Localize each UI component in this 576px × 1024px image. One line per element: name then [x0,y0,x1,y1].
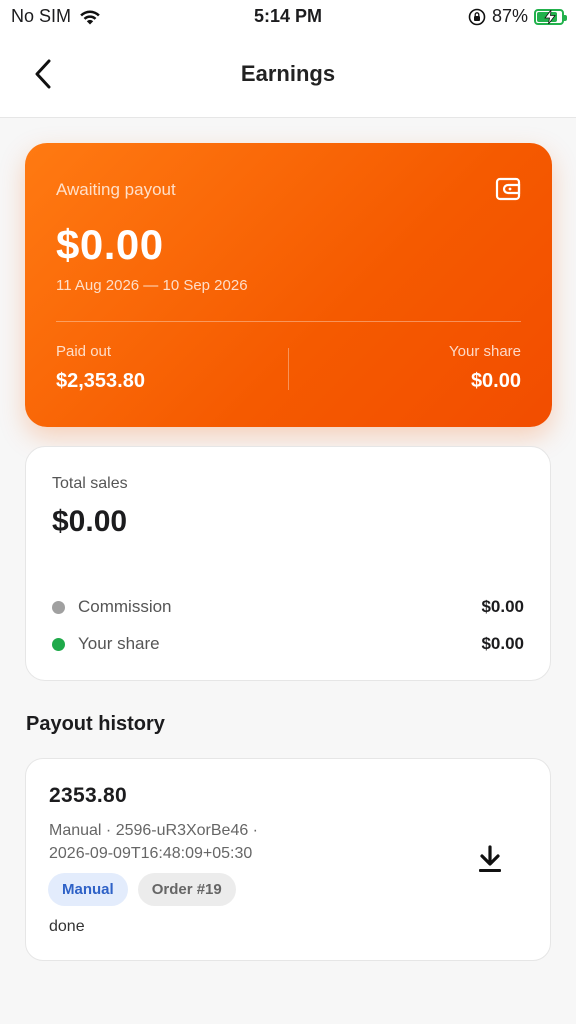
your-share-row-label: Your share [78,634,160,653]
payout-meta-line2: 2026-09-09T16:48:09+05:30 [49,845,253,862]
payout-history-item[interactable]: 2353.80 Manual · 2596-uR3XorBe46 · 2026-… [25,758,551,961]
your-share-row-value: $0.00 [481,634,524,653]
card-divider [56,321,521,322]
total-sales-amount: $0.00 [52,505,128,538]
commission-dot [52,600,65,614]
battery-percent: 87% [491,6,528,26]
paid-out-value: $2,353.80 [56,370,145,392]
orientation-lock-icon [468,8,486,25]
nav-bar: Earnings [0,34,576,118]
status-bar: No SIM 5:14 PM 87% [0,0,576,34]
card-vertical-divider [288,348,289,390]
your-share-value: $0.00 [470,370,521,392]
payout-history-title: Payout history [26,713,165,735]
awaiting-payout-label: Awaiting payout [56,180,176,199]
status-right: 87% [468,6,567,27]
your-share-dot [52,637,65,651]
commission-row: Commission $0.00 [52,595,524,619]
chip-manual: Manual [48,873,128,906]
your-share-label: Your share [449,343,521,360]
payout-date-range: 11 Aug 2026 — 10 Sep 2026 [56,277,248,294]
commission-label: Commission [78,597,172,616]
payout-amount: 2353.80 [49,784,128,807]
payout-meta-line1: Manual · 2596-uR3XorBe46 · [49,822,259,839]
your-share-row: Your share $0.00 [52,632,524,656]
total-sales-label: Total sales [52,475,128,492]
wallet-icon [495,177,521,201]
payout-status: done [49,918,85,935]
awaiting-payout-card: Awaiting payout $0.00 11 Aug 2026 — 10 S… [25,143,552,427]
payout-meta: Manual · 2596-uR3XorBe46 · 2026-09-09T16… [49,819,349,865]
payout-chips: Manual Order #19 [48,873,236,906]
paid-out-label: Paid out [56,343,112,360]
page-title: Earnings [240,61,336,86]
total-sales-card: Total sales $0.00 Commission $0.00 Your … [25,446,551,681]
download-icon[interactable] [476,845,504,875]
battery-charging-icon [534,8,567,25]
chip-order: Order #19 [137,873,236,906]
awaiting-payout-amount: $0.00 [56,221,164,268]
commission-value: $0.00 [481,597,524,616]
